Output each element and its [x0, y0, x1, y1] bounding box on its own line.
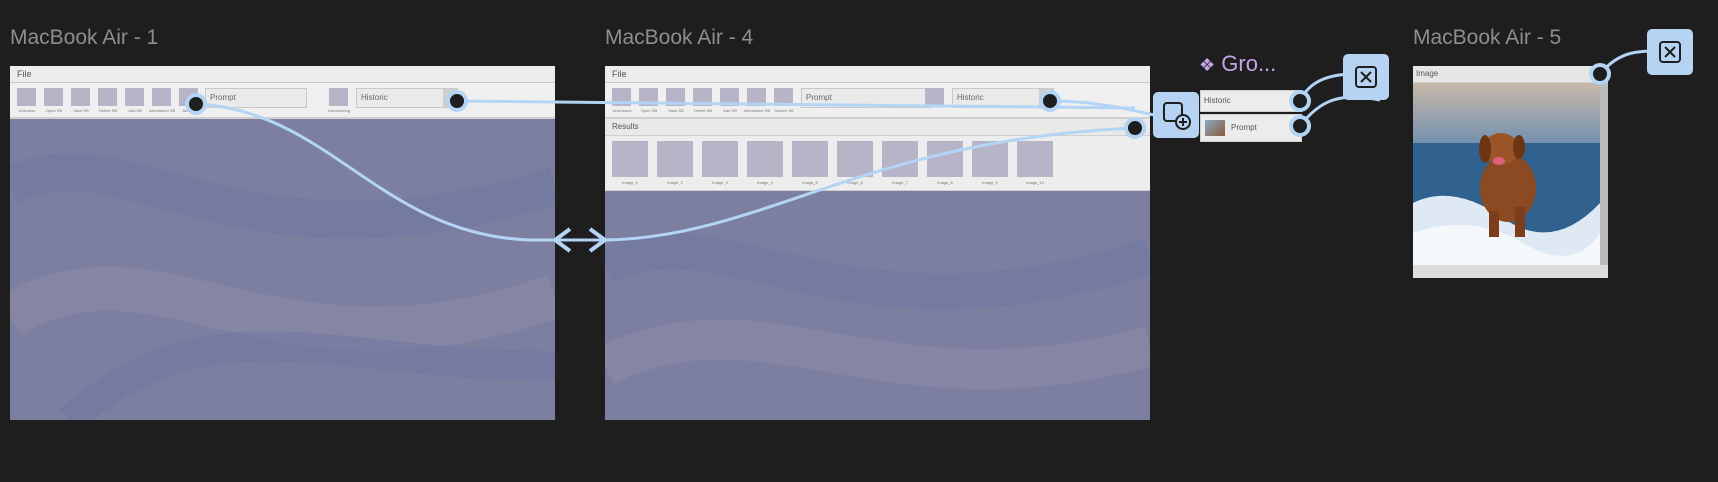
- tool-unicolours[interactable]: [612, 88, 631, 106]
- tool-label: Open SB: [45, 108, 63, 113]
- tool-information-sb[interactable]: [747, 88, 766, 106]
- result-thumbnail[interactable]: [972, 141, 1008, 177]
- tool-search-sb[interactable]: [774, 88, 793, 106]
- historic-label: Historic: [361, 93, 388, 102]
- tool-unicolouring[interactable]: [329, 88, 348, 106]
- tool-label: Information SB: [743, 108, 771, 113]
- tool-label: Save SB: [668, 108, 684, 113]
- group-component-title[interactable]: ❖ Gro...: [1199, 51, 1276, 77]
- result-thumbnail[interactable]: [702, 141, 738, 177]
- historic-dropdown[interactable]: Historic ⌄: [356, 88, 458, 108]
- scrollbar[interactable]: [1600, 83, 1608, 265]
- result-thumbnail[interactable]: [882, 141, 918, 177]
- group-prompt[interactable]: Prompt: [1200, 114, 1302, 142]
- result-label: Image_10: [1026, 180, 1044, 185]
- historic-dropdown[interactable]: Historic ⌄: [952, 88, 1054, 108]
- result-label: Image_4: [757, 180, 773, 185]
- menu-bar: File: [605, 66, 1150, 83]
- result-label: Image_1: [622, 180, 638, 185]
- group-historic-label: Historic: [1204, 96, 1231, 105]
- dog-photo[interactable]: [1413, 83, 1600, 265]
- result-label: Image_7: [892, 180, 908, 185]
- tool-information-sb[interactable]: [152, 88, 171, 106]
- close-icon[interactable]: [1343, 54, 1389, 100]
- result-thumbnail[interactable]: [747, 141, 783, 177]
- tool-delete-sb[interactable]: [98, 88, 117, 106]
- group-component-label: Gro...: [1221, 51, 1277, 76]
- result-label: Image_6: [847, 180, 863, 185]
- menu-file[interactable]: File: [17, 69, 32, 79]
- tool-actions[interactable]: [179, 88, 198, 106]
- tool-delete-sb[interactable]: [693, 88, 712, 106]
- result-label: Image_8: [937, 180, 953, 185]
- result-thumbnail[interactable]: [657, 141, 693, 177]
- chevron-down-icon[interactable]: ⌄: [1039, 89, 1053, 107]
- result-thumbnail[interactable]: [612, 141, 648, 177]
- result-label: Image_2: [667, 180, 683, 185]
- tool-label: Search SB: [774, 108, 794, 113]
- tool-label: Add SB: [128, 108, 142, 113]
- image-window-title: Image: [1416, 69, 1439, 78]
- historic-label: Historic: [957, 93, 984, 102]
- results-grid: Image_1 Image_2 Image_3 Image_4 Image_5 …: [605, 136, 1150, 191]
- frame-macbook-air-5[interactable]: Image: [1413, 66, 1608, 278]
- tool-label: Delete SB: [693, 108, 712, 113]
- toolbar: Unicolour Open SB Save SB Delete SB Add …: [10, 83, 555, 119]
- tool-label: Information SB: [148, 108, 176, 113]
- frame-title-macbook-air-5[interactable]: MacBook Air - 5: [1413, 26, 1561, 50]
- wallpaper-waves: [10, 66, 555, 420]
- tool-label: Unicolour: [18, 108, 36, 113]
- result-label: Image_3: [712, 180, 728, 185]
- chevron-down-icon[interactable]: ⌄: [443, 89, 457, 107]
- tool-save-sb[interactable]: [666, 88, 685, 106]
- result-label: Image_9: [982, 180, 998, 185]
- tool-add-sb[interactable]: [125, 88, 144, 106]
- overlay-add-icon[interactable]: [1153, 92, 1199, 138]
- frame-macbook-air-4[interactable]: File Unicolours Open SB Save SB Delete S…: [605, 66, 1150, 420]
- close-icon[interactable]: [1647, 29, 1693, 75]
- result-thumbnail[interactable]: [792, 141, 828, 177]
- image-window-header: Image: [1413, 66, 1608, 83]
- tool-label: Actions: [182, 108, 196, 113]
- tool-label: Unicolours: [612, 108, 632, 113]
- result-label: Image_5: [802, 180, 818, 185]
- tool-save-sb[interactable]: [71, 88, 90, 106]
- toolbar: Unicolours Open SB Save SB Delete SB Add…: [605, 83, 1150, 119]
- tool-open-sb[interactable]: [44, 88, 63, 106]
- result-thumbnail[interactable]: [837, 141, 873, 177]
- results-header: Results: [605, 119, 1150, 136]
- component-diamond-icon: ❖: [1199, 55, 1216, 75]
- tool-open-sb[interactable]: [639, 88, 658, 106]
- tool-label: Add SB: [723, 108, 737, 113]
- results-label: Results: [612, 122, 639, 131]
- tool-add-sb[interactable]: [720, 88, 739, 106]
- menu-file[interactable]: File: [612, 69, 627, 79]
- frame-title-macbook-air-1[interactable]: MacBook Air - 1: [10, 26, 158, 50]
- tool-label: Open SB: [640, 108, 658, 113]
- tool-label: Unicolouring: [327, 108, 351, 113]
- bidirectional-arrow-icon: [551, 227, 609, 253]
- frame-macbook-air-1[interactable]: File Unicolour Open SB Save SB Delete SB…: [10, 66, 555, 420]
- tool-unicolour[interactable]: [17, 88, 36, 106]
- result-thumbnail[interactable]: [927, 141, 963, 177]
- frame-title-macbook-air-4[interactable]: MacBook Air - 4: [605, 26, 753, 50]
- prompt-input[interactable]: Prompt: [801, 88, 932, 108]
- tool-label: Delete SB: [98, 108, 117, 113]
- group-historic[interactable]: Historic: [1200, 90, 1302, 112]
- prompt-thumbnail: [1205, 120, 1225, 136]
- group-prompt-label: Prompt: [1231, 123, 1257, 132]
- menu-bar: File: [10, 66, 555, 83]
- tool-settings[interactable]: [925, 88, 944, 106]
- tool-label: Save SB: [73, 108, 89, 113]
- prompt-input[interactable]: Prompt: [205, 88, 307, 108]
- result-thumbnail[interactable]: [1017, 141, 1053, 177]
